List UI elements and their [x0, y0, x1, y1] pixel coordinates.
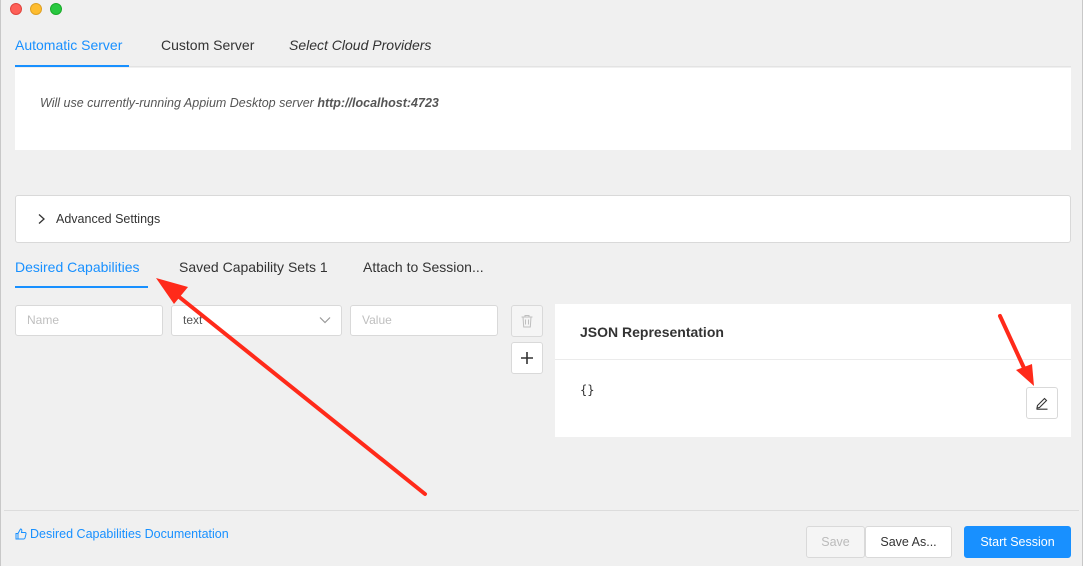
pencil-icon: [1036, 397, 1048, 410]
server-tabs-divider: [15, 66, 1071, 67]
server-info-panel: Will use currently-running Appium Deskto…: [15, 68, 1071, 150]
capability-tab-active-indicator: [15, 286, 148, 288]
advanced-settings-label: Advanced Settings: [56, 212, 161, 226]
capability-value-input[interactable]: Value: [350, 305, 498, 336]
window-close-button[interactable]: [10, 3, 22, 15]
delete-capability-button[interactable]: [511, 305, 543, 337]
docs-link-label: Desired Capabilities Documentation: [30, 527, 229, 541]
chevron-down-icon: [319, 317, 331, 324]
json-card-divider: [555, 359, 1071, 360]
server-info-text: Will use currently-running Appium Deskto…: [40, 96, 439, 110]
json-representation-title: JSON Representation: [580, 324, 724, 340]
footer-divider: [4, 510, 1079, 511]
add-capability-button[interactable]: [511, 342, 543, 374]
capability-type-value: text: [183, 313, 203, 327]
edit-json-button[interactable]: [1026, 387, 1058, 419]
save-as-button[interactable]: Save As...: [865, 526, 952, 558]
tab-automatic-server[interactable]: Automatic Server: [15, 35, 122, 55]
capability-type-select[interactable]: text: [171, 305, 342, 336]
server-info-prefix: Will use currently-running Appium Deskto…: [40, 96, 318, 110]
window-minimize-button[interactable]: [30, 3, 42, 15]
start-session-button[interactable]: Start Session: [964, 526, 1071, 558]
json-content: {}: [580, 383, 595, 397]
server-tab-active-indicator: [15, 65, 129, 67]
window-maximize-button[interactable]: [50, 3, 62, 15]
desired-capabilities-docs-link[interactable]: Desired Capabilities Documentation: [15, 527, 229, 541]
tab-select-cloud-providers[interactable]: Select Cloud Providers: [289, 35, 431, 55]
json-representation-card: JSON Representation {}: [555, 304, 1071, 437]
tab-custom-server[interactable]: Custom Server: [161, 35, 254, 55]
chevron-right-icon: [38, 214, 45, 224]
trash-icon: [521, 315, 533, 328]
advanced-settings-collapse[interactable]: Advanced Settings: [15, 195, 1071, 243]
thumbs-up-icon: [15, 528, 27, 540]
save-button[interactable]: Save: [806, 526, 865, 558]
plus-icon: [521, 352, 533, 364]
tab-saved-capability-sets[interactable]: Saved Capability Sets 1: [179, 257, 328, 277]
capability-name-input[interactable]: Name: [15, 305, 163, 336]
annotation-arrow-left-head: [156, 278, 188, 304]
tab-attach-to-session[interactable]: Attach to Session...: [363, 257, 484, 277]
server-url: http://localhost:4723: [317, 96, 439, 110]
tab-desired-capabilities[interactable]: Desired Capabilities: [15, 257, 140, 277]
